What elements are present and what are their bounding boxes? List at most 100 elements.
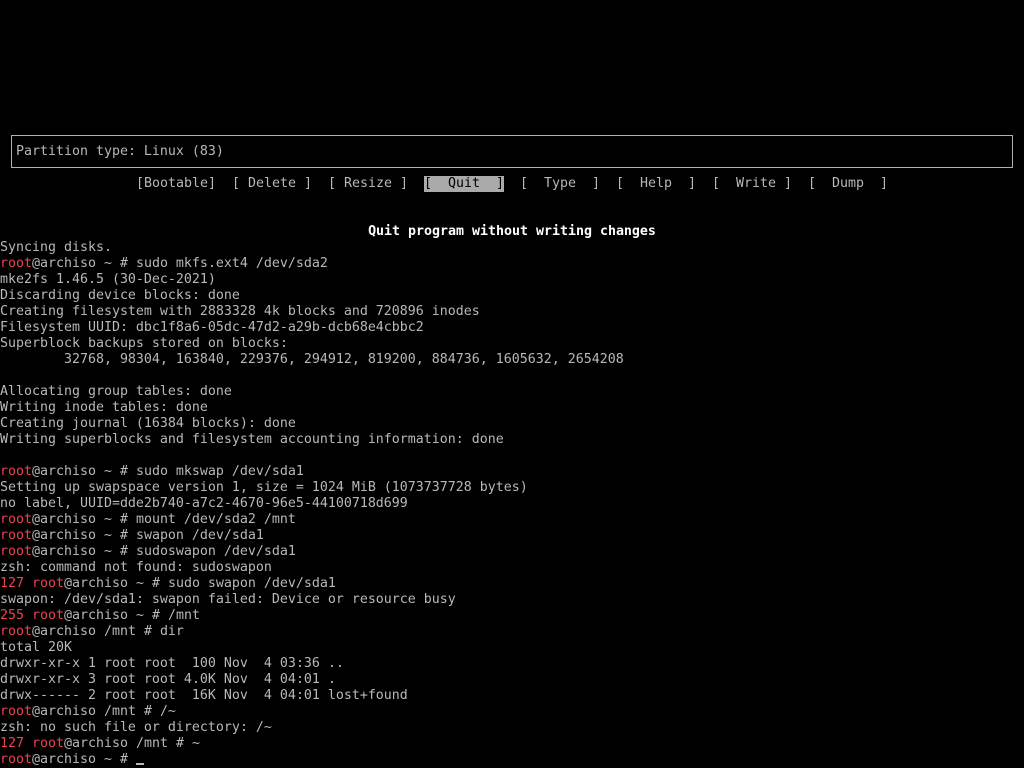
prompt-line: root@archiso /mnt # dir (0, 624, 1024, 640)
command-text: sudo swapon /dev/sda1 (167, 576, 336, 591)
output-text: Creating filesystem with 2883328 4k bloc… (0, 304, 480, 319)
output-text: drwxr-xr-x 3 root root 4.0K Nov 4 04:01 … (0, 672, 336, 687)
prompt-user: root (0, 704, 32, 719)
output-line: drwxr-xr-x 3 root root 4.0K Nov 4 04:01 … (0, 672, 1024, 688)
prompt-symbol: # (175, 736, 184, 751)
output-text: Discarding device blocks: done (0, 288, 240, 303)
prompt-line: 127 root@archiso /mnt # ~ (0, 736, 1024, 752)
prompt-host: @archiso (31, 704, 96, 719)
prompt-cwd: /mnt (135, 736, 168, 751)
prompt-user: root (0, 256, 32, 271)
prompt-line: root@archiso ~ # sudoswapon /dev/sda1 (0, 544, 1024, 560)
prompt-user: root (32, 576, 64, 591)
output-text: Filesystem UUID: dbc1f8a6-05dc-47d2-a29b… (0, 320, 424, 335)
command-text: /~ (159, 704, 176, 719)
output-text: drwx------ 2 root root 16K Nov 4 04:01 l… (0, 688, 408, 703)
output-text: zsh: no such file or directory: /~ (0, 720, 272, 735)
menu-item-write: [ Write ] (712, 176, 792, 191)
output-line: mke2fs 1.46.5 (30-Dec-2021) (0, 272, 1024, 288)
prompt-line: 127 root@archiso ~ # sudo swapon /dev/sd… (0, 576, 1024, 592)
menu-item-delete: [ Delete ] (232, 176, 312, 191)
output-line: 32768, 98304, 163840, 229376, 294912, 81… (0, 352, 1024, 368)
output-line: Syncing disks. (0, 240, 1024, 256)
output-text: Creating journal (16384 blocks): done (0, 416, 296, 431)
prompt-symbol: # (119, 528, 128, 543)
command-text: sudo mkswap /dev/sda1 (135, 464, 304, 479)
menu-item-bootable: [Bootable] (136, 176, 216, 191)
prompt-line: root@archiso ~ # sudo mkswap /dev/sda1 (0, 464, 1024, 480)
output-text: swapon: /dev/sda1: swapon failed: Device… (0, 592, 456, 607)
menu-item-dump: [ Dump ] (808, 176, 888, 191)
output-line: Discarding device blocks: done (0, 288, 1024, 304)
text-cursor (135, 752, 144, 765)
prompt-symbol: # (119, 256, 128, 271)
prompt-user: root (0, 512, 32, 527)
prompt-symbol: # (119, 752, 128, 767)
prompt-symbol: # (151, 608, 160, 623)
prompt-cwd: ~ (103, 512, 112, 527)
prompt-symbol: # (143, 704, 152, 719)
output-line: swapon: /dev/sda1: swapon failed: Device… (0, 592, 1024, 608)
output-line: no label, UUID=dde2b740-a7c2-4670-96e5-4… (0, 496, 1024, 512)
prompt-host: @archiso (31, 464, 96, 479)
prompt-user: root (0, 624, 32, 639)
prompt-host: @archiso (63, 736, 128, 751)
prompt-line: root@archiso ~ # swapon /dev/sda1 (0, 528, 1024, 544)
menu-hint-text: Quit program without writing changes (368, 224, 656, 239)
active-prompt-line[interactable]: root@archiso ~ # (0, 752, 1024, 768)
output-line: Creating journal (16384 blocks): done (0, 416, 1024, 432)
prompt-cwd: ~ (103, 256, 112, 271)
prompt-host: @archiso (31, 528, 96, 543)
prompt-cwd: ~ (135, 608, 144, 623)
partition-type-label: Partition type: Linux (83) (16, 144, 224, 159)
exit-status: 127 (0, 736, 24, 751)
prompt-symbol: # (119, 512, 128, 527)
command-text: /mnt (167, 608, 200, 623)
prompt-user: root (32, 608, 64, 623)
output-line: drwxr-xr-x 1 root root 100 Nov 4 03:36 .… (0, 656, 1024, 672)
menu-item-type: [ Type ] (520, 176, 600, 191)
prompt-cwd: ~ (103, 528, 112, 543)
menu-item-resize: [ Resize ] (328, 176, 408, 191)
prompt-user: root (0, 464, 32, 479)
output-line: zsh: no such file or directory: /~ (0, 720, 1024, 736)
prompt-user: root (32, 736, 64, 751)
output-text: 32768, 98304, 163840, 229376, 294912, 81… (0, 352, 624, 367)
prompt-cwd: /mnt (103, 704, 136, 719)
prompt-host: @archiso (31, 256, 96, 271)
tty-console[interactable]: Partition type: Linux (83) [Bootable] [ … (0, 0, 1024, 768)
prompt-cwd: /mnt (103, 624, 136, 639)
partition-info-box: Partition type: Linux (83) (11, 135, 1013, 168)
prompt-line: root@archiso /mnt # /~ (0, 704, 1024, 720)
output-text: Allocating group tables: done (0, 384, 232, 399)
prompt-user: root (0, 752, 32, 767)
output-text: no label, UUID=dde2b740-a7c2-4670-96e5-4… (0, 496, 408, 511)
prompt-cwd: ~ (103, 464, 112, 479)
command-text: ~ (191, 736, 200, 751)
terminal-output: Syncing disks. root@archiso ~ # sudo mkfs… (0, 240, 1024, 768)
prompt-symbol: # (143, 624, 152, 639)
prompt-line: root@archiso ~ # mount /dev/sda2 /mnt (0, 512, 1024, 528)
prompt-cwd: ~ (103, 752, 112, 767)
output-text: Superblock backups stored on blocks: (0, 336, 288, 351)
output-text: mke2fs 1.46.5 (30-Dec-2021) (0, 272, 216, 287)
command-text: sudoswapon /dev/sda1 (135, 544, 296, 559)
prompt-host: @archiso (63, 608, 128, 623)
output-text: Writing inode tables: done (0, 400, 208, 415)
prompt-cwd: ~ (103, 544, 112, 559)
output-text: zsh: command not found: sudoswapon (0, 560, 272, 575)
prompt-line: root@archiso ~ # sudo mkfs.ext4 /dev/sda… (0, 256, 1024, 272)
prompt-host: @archiso (31, 752, 96, 767)
prompt-user: root (0, 544, 32, 559)
output-line: Setting up swapspace version 1, size = 1… (0, 480, 1024, 496)
cfdisk-menu: [Bootable] [ Delete ] [ Resize ] [ Quit … (136, 176, 888, 192)
output-line: Creating filesystem with 2883328 4k bloc… (0, 304, 1024, 320)
output-line: Superblock backups stored on blocks: (0, 336, 1024, 352)
output-text: total 20K (0, 640, 72, 655)
output-text: Setting up swapspace version 1, size = 1… (0, 480, 528, 495)
output-line: Allocating group tables: done (0, 384, 1024, 400)
prompt-symbol: # (119, 544, 128, 559)
output-line: Filesystem UUID: dbc1f8a6-05dc-47d2-a29b… (0, 320, 1024, 336)
